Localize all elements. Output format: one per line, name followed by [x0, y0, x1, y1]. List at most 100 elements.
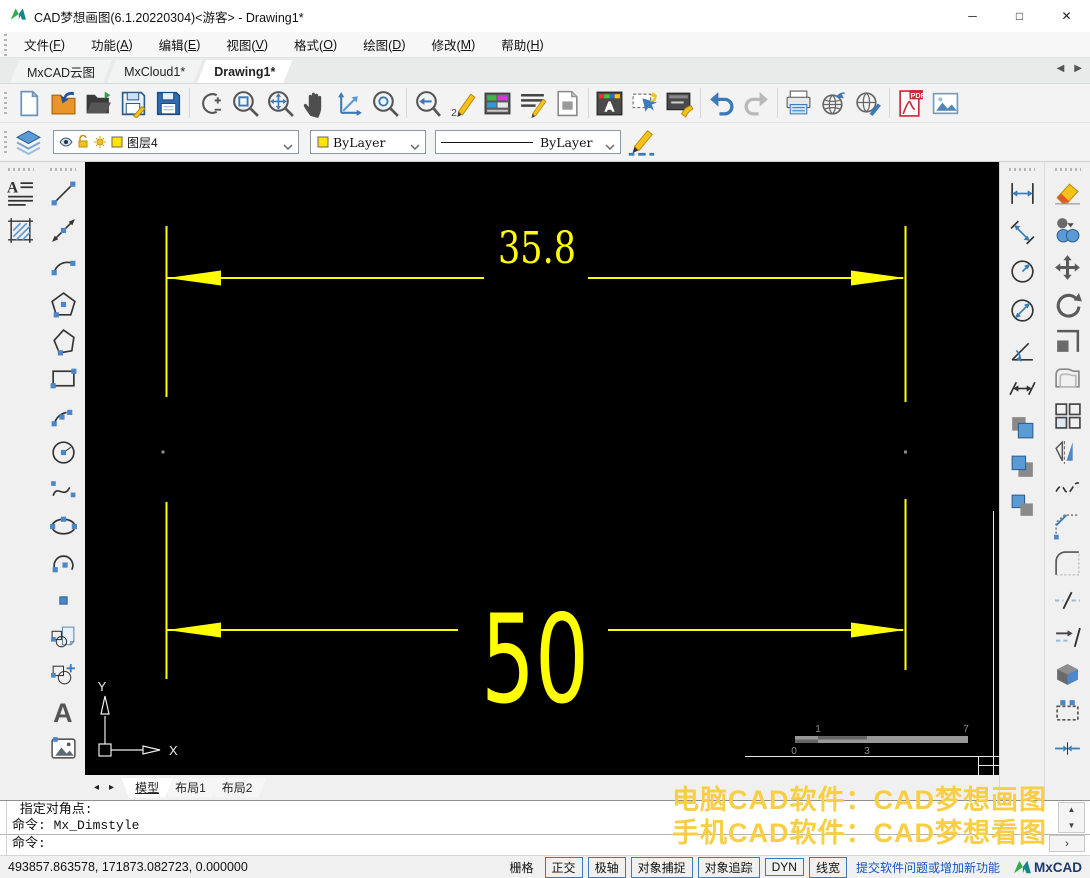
arc-icon[interactable]: [46, 250, 81, 284]
menu-item-绘图[interactable]: 绘图(D): [350, 32, 418, 57]
mirror-icon[interactable]: [1050, 435, 1085, 469]
block-icon[interactable]: [46, 620, 81, 654]
revcloud-icon[interactable]: [1050, 472, 1085, 506]
menu-item-格式[interactable]: 格式(O): [281, 32, 350, 57]
minimize-button[interactable]: ─: [949, 0, 996, 32]
menu-item-帮助[interactable]: 帮助(H): [488, 32, 556, 57]
dim-diameter-icon[interactable]: [1005, 293, 1040, 327]
break-icon[interactable]: [1050, 583, 1085, 617]
ellipse-icon[interactable]: [46, 509, 81, 543]
scroll-up-icon[interactable]: ▲: [1068, 805, 1076, 814]
order-under-icon[interactable]: [1005, 488, 1040, 522]
insert-image-icon[interactable]: [928, 86, 963, 120]
status-toggle-对象追踪[interactable]: 对象追踪: [697, 856, 760, 878]
lineweight-icon[interactable]: [621, 125, 661, 159]
rotate-icon[interactable]: [1050, 287, 1085, 321]
maximize-button[interactable]: □: [996, 0, 1043, 32]
text-icon[interactable]: A: [46, 694, 81, 728]
xline-icon[interactable]: [46, 213, 81, 247]
open-file-icon[interactable]: [81, 86, 116, 120]
move-icon[interactable]: [1050, 250, 1085, 284]
layer-manager-icon[interactable]: [480, 86, 515, 120]
join-icon[interactable]: [1050, 731, 1085, 765]
array-icon[interactable]: [1050, 398, 1085, 432]
layout-scroll-right[interactable]: ▸: [104, 782, 119, 793]
feedback-link[interactable]: 提交软件问题或增加新功能: [856, 859, 1000, 876]
print-icon[interactable]: [781, 86, 816, 120]
status-toggle-DYN[interactable]: DYN: [764, 858, 804, 876]
dim-aligned-icon[interactable]: [1005, 215, 1040, 249]
save-icon[interactable]: [116, 86, 151, 120]
command-expand-button[interactable]: ›: [1049, 835, 1085, 852]
dim-distance-icon[interactable]: [1005, 371, 1040, 405]
text-style-icon[interactable]: [592, 86, 627, 120]
image-ref-icon[interactable]: [46, 731, 81, 765]
polyline-icon[interactable]: [46, 324, 81, 358]
page-setup-icon[interactable]: [550, 86, 585, 120]
fillet-icon[interactable]: [1050, 546, 1085, 580]
doc-tab-Drawing1*[interactable]: Drawing1*: [197, 60, 292, 83]
status-toggle-对象捕捉[interactable]: 对象捕捉: [630, 856, 693, 878]
doc-tab-MxCloud1*[interactable]: MxCloud1*: [107, 60, 202, 83]
zoom-scale-icon[interactable]: [193, 86, 228, 120]
close-button[interactable]: ✕: [1043, 0, 1090, 32]
circle-icon[interactable]: [46, 435, 81, 469]
doc-tab-MxCAD云图[interactable]: MxCAD云图: [10, 60, 112, 83]
open-dwg-icon[interactable]: [46, 86, 81, 120]
axes-icon[interactable]: [333, 86, 368, 120]
color-select[interactable]: ByLayer: [310, 130, 426, 154]
command-scrollbar[interactable]: ▲ ▼: [1058, 802, 1085, 833]
line-icon[interactable]: [46, 176, 81, 210]
undo-icon[interactable]: [704, 86, 739, 120]
box3d-icon[interactable]: [1050, 657, 1085, 691]
zoom-window-icon[interactable]: [228, 86, 263, 120]
hatch-icon[interactable]: [3, 213, 38, 247]
linetype-select[interactable]: ByLayer: [435, 130, 621, 154]
draw-pencil-icon[interactable]: 2: [445, 86, 480, 120]
web-edit-icon[interactable]: [851, 86, 886, 120]
new-file-icon[interactable]: [11, 86, 46, 120]
order-back-icon[interactable]: [1005, 449, 1040, 483]
zoom-extents-icon[interactable]: [263, 86, 298, 120]
menu-item-视图[interactable]: 视图(V): [213, 32, 281, 57]
lengthen-icon[interactable]: [1050, 620, 1085, 654]
zoom-previous-icon[interactable]: [410, 86, 445, 120]
status-toggle-极轴[interactable]: 极轴: [587, 856, 626, 878]
offset-icon[interactable]: [1050, 361, 1085, 395]
doc-tab-scroll-right[interactable]: ▶: [1074, 63, 1082, 74]
layers-icon[interactable]: [11, 125, 46, 159]
menu-item-功能[interactable]: 功能(A): [78, 32, 146, 57]
copy-icon[interactable]: [1050, 213, 1085, 247]
dim-radius-icon[interactable]: [1005, 254, 1040, 288]
order-front-icon[interactable]: [1005, 410, 1040, 444]
zoom-object-icon[interactable]: [368, 86, 403, 120]
rectangle-icon[interactable]: [46, 361, 81, 395]
spline-icon[interactable]: [46, 472, 81, 506]
pan-icon[interactable]: [298, 86, 333, 120]
menu-item-文件[interactable]: 文件(F): [11, 32, 78, 57]
status-toggle-栅格[interactable]: 栅格: [504, 858, 540, 877]
doc-tab-scroll-left[interactable]: ◀: [1057, 63, 1065, 74]
drawing-canvas[interactable]: 35.8 50 Y X 1 7 0 3: [85, 162, 999, 775]
menu-item-修改[interactable]: 修改(M): [419, 32, 489, 57]
export-pdf-icon[interactable]: PDF: [893, 86, 928, 120]
insert-block-icon[interactable]: [46, 657, 81, 691]
erase-icon[interactable]: [1050, 176, 1085, 210]
arc-cse-icon[interactable]: [46, 546, 81, 580]
linetype-manager-icon[interactable]: [515, 86, 550, 120]
status-toggle-正交[interactable]: 正交: [544, 856, 583, 878]
stretch-icon[interactable]: [1050, 694, 1085, 728]
scale-icon[interactable]: [1050, 324, 1085, 358]
polygon-icon[interactable]: [46, 287, 81, 321]
mtext-icon[interactable]: A: [3, 176, 38, 210]
selection-settings-icon[interactable]: [627, 86, 662, 120]
dim-linear-icon[interactable]: [1005, 176, 1040, 210]
dim-angular-icon[interactable]: [1005, 332, 1040, 366]
layer-select[interactable]: 图层4: [53, 130, 299, 154]
save-as-icon[interactable]: [151, 86, 186, 120]
menu-item-编辑[interactable]: 编辑(E): [146, 32, 214, 57]
point-icon[interactable]: [46, 583, 81, 617]
scroll-down-icon[interactable]: ▼: [1068, 821, 1076, 830]
chamfer-icon[interactable]: [1050, 509, 1085, 543]
style-brush-icon[interactable]: [662, 86, 697, 120]
